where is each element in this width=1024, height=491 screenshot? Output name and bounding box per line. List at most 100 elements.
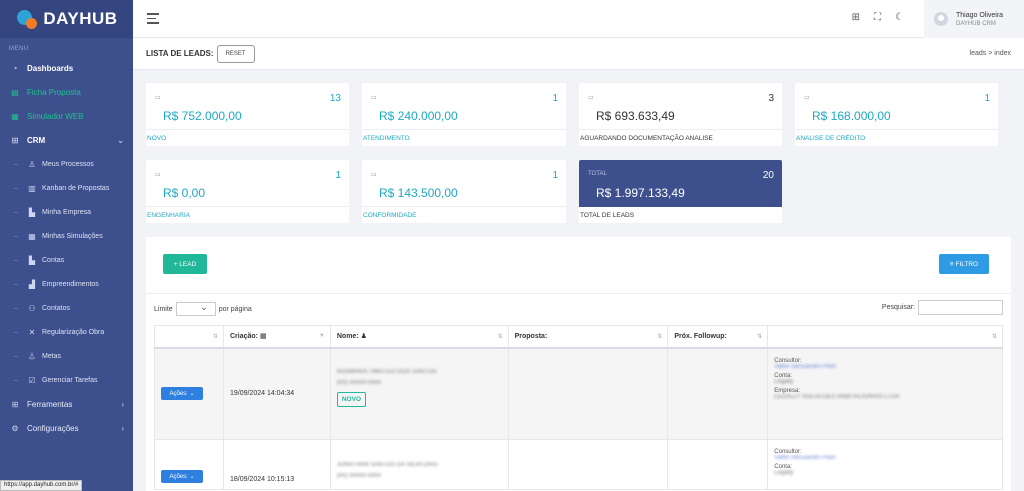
sidebar-item-empreendimentos[interactable]: – ▟ Empreendimentos: [0, 272, 133, 296]
comment-icon: ▭: [804, 95, 810, 101]
search-input[interactable]: [918, 300, 1003, 315]
moon-icon[interactable]: ☾: [895, 12, 904, 23]
column-header-nome[interactable]: Nome: ♟ ⇅: [329, 325, 509, 349]
stat-count: 1: [335, 170, 341, 181]
consultor-value[interactable]: Valter Alessandro Pilori: [774, 364, 996, 370]
limit-label: Limite: [154, 305, 173, 313]
stat-card-novo[interactable]: ▭ 13 R$ 752.000,00 NOVO: [146, 83, 349, 146]
column-header-info[interactable]: ⇅: [767, 325, 1003, 349]
fullscreen-icon[interactable]: ⛶: [874, 12, 881, 23]
stat-value: R$ 240.000,00: [379, 109, 458, 123]
comment-icon: ▭: [371, 172, 377, 178]
search-control: Pesquisar:: [882, 300, 1003, 315]
gear-icon: ⚙: [11, 423, 19, 433]
column-header-criacao[interactable]: Criação: ▦ ▼: [222, 325, 331, 349]
stat-count: 20: [762, 170, 774, 181]
stat-value: R$ 693.633,49: [596, 109, 675, 123]
empresa-value: LEGALLY SOLUCOES HABITACIONAIS LTDA: [774, 393, 900, 400]
app-name: DAYHUB: [43, 9, 118, 28]
actions-button[interactable]: Ações: ⌄: [161, 470, 203, 483]
tools-icon: ✕: [28, 327, 36, 337]
stat-card-aguardando-documentacao[interactable]: ▭ 3 R$ 693.633,49 AGUARDANDO DOCUMENTAÇÃ…: [579, 83, 782, 146]
chevron-down-icon: ⌄: [117, 135, 124, 145]
stat-label: AGUARDANDO DOCUMENTAÇÃO ANALISE: [580, 135, 713, 142]
sidebar-item-crm[interactable]: ⊞ CRM ⌄: [0, 128, 133, 152]
limit-select[interactable]: [175, 302, 216, 316]
stat-value: R$ 0,00: [163, 186, 206, 200]
stat-label: ENGENHARIA: [147, 212, 190, 219]
sidebar-item-ferramentas[interactable]: ⊞ Ferramentas ›: [0, 392, 133, 416]
breadcrumb[interactable]: leads > index: [970, 50, 1011, 57]
conta-value: Legally: [774, 470, 794, 476]
column-header-proposta[interactable]: Proposta: ⇅: [507, 325, 669, 349]
comment-icon: ▭: [588, 95, 594, 101]
stat-card-engenharia[interactable]: ▭ 1 R$ 0,00 ENGENHARIA: [146, 160, 349, 223]
stat-label: NOVO: [147, 135, 167, 142]
lead-name[interactable]: ROSMARA TIMOTEO DOS SANTOS: [337, 369, 502, 375]
sidebar-item-minhas-simulacoes[interactable]: – ▦ Minhas Simulações: [0, 224, 133, 248]
stat-card-analise-credito[interactable]: ▭ 1 R$ 168.000,00 ANALISE DE CRÉDITO: [795, 83, 998, 146]
form-icon: ▤: [11, 87, 19, 97]
subheader: LISTA DE LEADS: RESET leads > index: [133, 38, 1024, 70]
search-label: Pesquisar:: [881, 304, 915, 311]
sidebar-item-minha-empresa[interactable]: – ▙ Minha Empresa: [0, 200, 133, 224]
sidebar-item-simulador-web[interactable]: ▦ Simulador WEB: [0, 104, 133, 128]
sidebar-item-meus-processos[interactable]: – ♙ Meus Processos: [0, 152, 133, 176]
chevron-right-icon: ›: [121, 399, 124, 409]
per-page-label: por página: [218, 305, 252, 313]
stat-value: R$ 168.000,00: [812, 109, 891, 123]
kanban-icon: ▥: [28, 183, 36, 193]
name-cell: JONATHAN SANTOS DA SILVA DIAS (00) 00000…: [329, 439, 509, 490]
sidebar-item-kanban[interactable]: – ▥ Kanban de Propostas: [0, 176, 133, 200]
calendar-icon: ▦: [259, 333, 267, 341]
info-cell: Consultor: Valter Alessandro Pilori Cont…: [767, 439, 1003, 490]
user-name: Thiago Oliveira: [956, 11, 1004, 19]
stat-count: 13: [329, 93, 341, 104]
column-header-actions[interactable]: ⇅: [154, 325, 224, 349]
table-row[interactable]: Ações: ⌄ 18/09/2024 10:15:13 JONATHAN SA…: [154, 439, 1003, 490]
reset-button[interactable]: RESET: [216, 44, 255, 63]
actions-button[interactable]: Ações: ⌄: [161, 387, 203, 401]
stat-count: 1: [552, 170, 558, 181]
sidebar-item-gerenciar-tarefas[interactable]: – ☑ Gerenciar Tarefas: [0, 368, 133, 392]
building-icon: ▙: [28, 255, 36, 265]
hamburger-icon[interactable]: [147, 13, 159, 27]
calculator-icon: ▦: [11, 111, 19, 121]
add-lead-button[interactable]: + LEAD: [163, 254, 207, 274]
lead-phone: (00) 00000-0000: [336, 473, 382, 479]
followup-cell: [667, 347, 769, 440]
sort-icon: ⇅: [657, 334, 663, 340]
sidebar-item-dashboards[interactable]: ◔ Dashboards: [0, 56, 133, 80]
sidebar-item-configuracoes[interactable]: ⚙ Configurações ›: [0, 416, 133, 440]
chevron-right-icon: ›: [121, 423, 124, 433]
column-header-followup[interactable]: Próx. Followup: ⇅: [667, 325, 769, 349]
stat-card-conformidade[interactable]: ▭ 1 R$ 143.500,00 CONFORMIDADE: [362, 160, 566, 223]
menu-section-label: MENU: [9, 46, 29, 52]
user-icon: ♟: [360, 333, 367, 341]
stat-label: CONFORMIDADE: [363, 212, 417, 219]
consultor-value[interactable]: Valter Alessandro Pilori: [774, 455, 996, 461]
apps-icon[interactable]: ⊞: [852, 12, 860, 23]
app-logo[interactable]: DAYHUB: [0, 0, 133, 38]
sidebar-item-metas[interactable]: – ⏃ Metas: [0, 344, 133, 368]
topbar: ⊞ ⛶ ☾ Thiago Oliveira DAYHUB CRM: [133, 0, 1024, 38]
stat-card-total[interactable]: TOTAL 20 R$ 1.997.133,49 TOTAL DE LEADS: [579, 160, 782, 223]
sidebar-item-regularizacao-obra[interactable]: – ✕ Regularização Obra: [0, 320, 133, 344]
table-row[interactable]: Ações: ⌄ 19/09/2024 14:04:34 ROSMARA TIM…: [154, 347, 1003, 440]
flask-icon: ⏃: [28, 351, 36, 361]
created-cell: 18/09/2024 10:15:13: [222, 439, 331, 490]
proposta-cell: [507, 347, 669, 440]
sidebar-item-contas[interactable]: – ▙ Contas: [0, 248, 133, 272]
lead-name[interactable]: JONATHAN SANTOS DA SILVA DIAS: [337, 462, 502, 468]
filter-button[interactable]: ≡ FILTRO: [939, 254, 989, 274]
user-menu[interactable]: Thiago Oliveira DAYHUB CRM: [924, 0, 1024, 38]
total-caption: TOTAL: [588, 171, 607, 177]
sidebar-item-ficha-proposta[interactable]: ▤ Ficha Proposta: [0, 80, 133, 104]
stat-card-atendimento[interactable]: ▭ 1 R$ 240.000,00 ATENDIMENTO: [362, 83, 566, 146]
building-icon: ▙: [28, 207, 36, 217]
name-cell: ROSMARA TIMOTEO DOS SANTOS (00) 00000-00…: [329, 347, 509, 440]
stat-count: 1: [984, 93, 990, 104]
page-title: LISTA DE LEADS:: [146, 49, 214, 58]
sidebar-item-contatos[interactable]: – ⚇ Contatos: [0, 296, 133, 320]
status-badge: NOVO: [336, 391, 367, 407]
